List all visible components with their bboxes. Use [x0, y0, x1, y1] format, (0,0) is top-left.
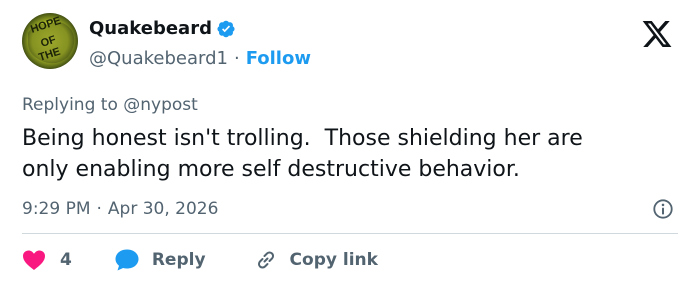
- x-logo-icon[interactable]: [640, 18, 674, 50]
- action-bar: 4 Reply Copy link: [22, 246, 378, 274]
- reply-button[interactable]: Reply: [102, 248, 206, 272]
- tweet-time: 9:29 PM: [22, 199, 91, 219]
- reply-context-prefix: Replying to: [22, 95, 118, 115]
- reply-label: Reply: [151, 250, 206, 270]
- handle-separator: ·: [233, 48, 240, 69]
- heart-icon: [22, 249, 46, 271]
- reply-bubble-icon: [114, 248, 140, 272]
- author-handle[interactable]: @Quakebeard1: [89, 47, 228, 71]
- reply-context-mention[interactable]: @nypost: [123, 95, 198, 115]
- author-name-row: Quakebeard: [89, 17, 236, 41]
- copy-link-label: Copy link: [289, 250, 378, 270]
- author-display-name[interactable]: Quakebeard: [89, 17, 212, 41]
- avatar[interactable]: HOPE OF THE: [22, 13, 78, 69]
- follow-button[interactable]: Follow: [246, 47, 311, 71]
- tweet-timestamp[interactable]: 9:29 PM · Apr 30, 2026: [22, 197, 218, 221]
- tweet-date: Apr 30, 2026: [107, 199, 219, 219]
- copy-link-button[interactable]: Copy link: [242, 248, 378, 272]
- timestamp-separator: ·: [96, 199, 102, 219]
- tweet-text: Being honest isn't trolling. Those shiel…: [22, 126, 583, 182]
- verified-badge-icon: [216, 19, 236, 39]
- author-handle-row: @Quakebeard1 · Follow: [89, 47, 311, 71]
- divider: [22, 233, 678, 234]
- like-button[interactable]: 4: [22, 249, 72, 271]
- link-icon: [254, 248, 278, 272]
- like-count: 4: [60, 250, 72, 270]
- info-icon[interactable]: [652, 198, 674, 220]
- reply-context: Replying to @nypost: [22, 93, 198, 117]
